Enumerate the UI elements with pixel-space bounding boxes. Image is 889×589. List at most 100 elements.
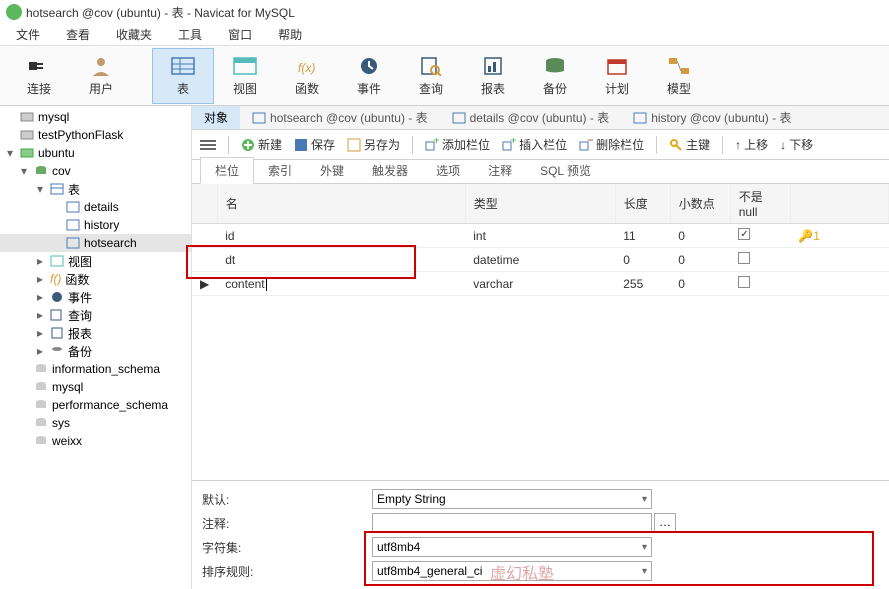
key-icon xyxy=(669,138,683,152)
tree-table-history[interactable]: history xyxy=(0,216,191,234)
addcol-button[interactable]: +添加栏位 xyxy=(425,136,490,153)
tb-model[interactable]: 模型 xyxy=(648,48,710,104)
function-icon: f(x) xyxy=(293,54,321,78)
col-notnull[interactable]: 不是 null xyxy=(730,184,790,224)
subtab-options[interactable]: 选项 xyxy=(422,158,474,183)
tab-details[interactable]: details @cov (ubuntu) - 表 xyxy=(440,106,622,129)
table-row[interactable]: idint110🔑1 xyxy=(192,224,889,248)
new-button[interactable]: 新建 xyxy=(241,136,282,153)
menu-window[interactable]: 窗口 xyxy=(216,24,264,45)
tree-queries[interactable]: ▸查询 xyxy=(0,306,191,324)
chevron-down-icon: ▾ xyxy=(642,494,647,505)
checkbox-icon[interactable] xyxy=(738,252,750,264)
tree-conn-mysql[interactable]: mysql xyxy=(0,108,191,126)
more-button[interactable]: … xyxy=(654,513,676,533)
user-icon xyxy=(87,54,115,78)
tb-connect[interactable]: 连接 xyxy=(8,48,70,104)
plus-icon xyxy=(241,138,255,152)
tree-table-details[interactable]: details xyxy=(0,198,191,216)
col-len[interactable]: 长度 xyxy=(615,184,670,224)
default-combo[interactable]: Empty String▾ xyxy=(372,489,652,509)
tb-view[interactable]: 视图 xyxy=(214,48,276,104)
menu-icon[interactable] xyxy=(200,140,216,150)
event-icon xyxy=(355,54,383,78)
chevron-down-icon: ▾ xyxy=(642,566,647,577)
tree-conn-ubuntu[interactable]: ▾ubuntu xyxy=(0,144,191,162)
table-row[interactable]: dtdatetime00 xyxy=(192,248,889,272)
view-icon xyxy=(231,54,259,78)
subtab-columns[interactable]: 栏位 xyxy=(200,157,254,184)
main-toolbar: 连接 用户 表 视图 f(x)函数 事件 查询 报表 备份 计划 模型 xyxy=(0,46,889,106)
titlebar: hotsearch @cov (ubuntu) - 表 - Navicat fo… xyxy=(0,0,889,24)
collation-combo[interactable]: utf8mb4_general_ci▾ xyxy=(372,561,652,581)
table-icon xyxy=(169,54,197,78)
tab-history[interactable]: history @cov (ubuntu) - 表 xyxy=(621,106,803,129)
tab-objects[interactable]: 对象 xyxy=(192,106,240,129)
tree-table-hotsearch[interactable]: hotsearch xyxy=(0,234,191,252)
col-name[interactable]: 名 xyxy=(217,184,465,224)
tree-views[interactable]: ▸视图 xyxy=(0,252,191,270)
row-pointer-icon: ▶ xyxy=(192,272,217,296)
subtab-comments[interactable]: 注释 xyxy=(474,158,526,183)
tree-tables[interactable]: ▾表 xyxy=(0,180,191,198)
column-properties: 默认:Empty String▾ 注释:… 字符集:utf8mb4▾ 排序规则:… xyxy=(192,480,889,589)
menu-tools[interactable]: 工具 xyxy=(166,24,214,45)
tree-db-weixx[interactable]: weixx xyxy=(0,432,191,450)
checkbox-icon[interactable] xyxy=(738,276,750,288)
save-button[interactable]: 保存 xyxy=(294,136,335,153)
subtab-indexes[interactable]: 索引 xyxy=(254,158,306,183)
tree-db-mysql[interactable]: mysql xyxy=(0,378,191,396)
tb-function[interactable]: f(x)函数 xyxy=(276,48,338,104)
table-row[interactable]: ▶contentvarchar2550 xyxy=(192,272,889,296)
tree-db-infoschema[interactable]: information_schema xyxy=(0,360,191,378)
saveas-icon xyxy=(347,138,361,152)
tab-hotsearch[interactable]: hotsearch @cov (ubuntu) - 表 xyxy=(240,106,440,129)
table-icon xyxy=(252,112,266,124)
menu-view[interactable]: 查看 xyxy=(54,24,102,45)
columns-grid[interactable]: 名 类型 长度 小数点 不是 null idint110🔑1 dtdatetim… xyxy=(192,184,889,294)
app-icon xyxy=(6,4,22,20)
tb-backup[interactable]: 备份 xyxy=(524,48,586,104)
col-key[interactable] xyxy=(790,184,888,224)
tree-functions[interactable]: ▸f()函数 xyxy=(0,270,191,288)
subtab-triggers[interactable]: 触发器 xyxy=(358,158,422,183)
tree-db-sys[interactable]: sys xyxy=(0,414,191,432)
tb-query[interactable]: 查询 xyxy=(400,48,462,104)
tb-user[interactable]: 用户 xyxy=(70,48,132,104)
query-icon xyxy=(417,54,445,78)
menu-favorites[interactable]: 收藏夹 xyxy=(104,24,164,45)
default-label: 默认: xyxy=(202,491,372,508)
col-dec[interactable]: 小数点 xyxy=(670,184,730,224)
saveas-button[interactable]: 另存为 xyxy=(347,136,400,153)
menubar: 文件 查看 收藏夹 工具 窗口 帮助 xyxy=(0,24,889,46)
col-type[interactable]: 类型 xyxy=(465,184,615,224)
tb-event[interactable]: 事件 xyxy=(338,48,400,104)
subtab-fk[interactable]: 外键 xyxy=(306,158,358,183)
sidebar-tree[interactable]: mysql testPythonFlask ▾ubuntu ▾cov ▾表 de… xyxy=(0,106,192,589)
tree-reports[interactable]: ▸报表 xyxy=(0,324,191,342)
primary-button[interactable]: 主键 xyxy=(669,136,710,153)
tree-backups[interactable]: ▸备份 xyxy=(0,342,191,360)
insertcol-button[interactable]: +插入栏位 xyxy=(502,136,567,153)
menu-file[interactable]: 文件 xyxy=(4,24,52,45)
tree-db-cov[interactable]: ▾cov xyxy=(0,162,191,180)
tb-schedule[interactable]: 计划 xyxy=(586,48,648,104)
subtab-sqlpreview[interactable]: SQL 预览 xyxy=(526,158,605,183)
delcol-icon: − xyxy=(579,138,593,152)
checkbox-icon[interactable] xyxy=(738,228,750,240)
charset-label: 字符集: xyxy=(202,539,372,556)
addcol-icon: + xyxy=(425,138,439,152)
down-button[interactable]: ↓下移 xyxy=(780,136,813,153)
delcol-button[interactable]: −删除栏位 xyxy=(579,136,644,153)
plug-icon xyxy=(25,54,53,78)
tb-report[interactable]: 报表 xyxy=(462,48,524,104)
menu-help[interactable]: 帮助 xyxy=(266,24,314,45)
up-button[interactable]: ↑上移 xyxy=(735,136,768,153)
tree-db-perfschema[interactable]: performance_schema xyxy=(0,396,191,414)
comment-input[interactable] xyxy=(372,513,652,533)
arrow-down-icon: ↓ xyxy=(780,138,786,152)
tree-events[interactable]: ▸事件 xyxy=(0,288,191,306)
tb-table[interactable]: 表 xyxy=(152,48,214,104)
tree-conn-testpython[interactable]: testPythonFlask xyxy=(0,126,191,144)
charset-combo[interactable]: utf8mb4▾ xyxy=(372,537,652,557)
